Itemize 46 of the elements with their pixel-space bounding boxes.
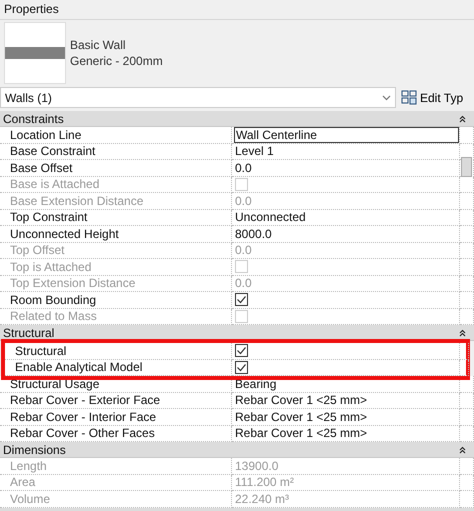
checked-checkbox[interactable] <box>235 360 248 374</box>
property-value[interactable]: Bearing <box>234 376 278 391</box>
property-row[interactable]: Rebar Cover - Other Faces Rebar Cover 1 <25 mm> <box>0 426 474 442</box>
value-field[interactable]: Wall Centerline <box>234 127 459 142</box>
checked-checkbox[interactable] <box>235 344 248 358</box>
edit-type-icon <box>401 90 418 105</box>
property-value[interactable]: Rebar Cover 1 <25 mm> <box>234 393 368 408</box>
property-value[interactable]: Unconnected <box>234 210 307 224</box>
property-value[interactable]: Level 1 <box>234 144 275 158</box>
property-value[interactable]: 8000.0 <box>234 226 273 241</box>
property-row[interactable]: Base Constraint Level 1 <box>0 144 474 160</box>
caret-icon <box>382 94 391 100</box>
family-name: Basic Wall <box>70 38 127 52</box>
collapse-chevron-icon <box>459 114 466 122</box>
type-name: Generic - 200mm <box>70 54 163 68</box>
section-title: Dimensions <box>3 442 66 456</box>
property-row[interactable]: Base Offset 0.0 <box>0 160 474 176</box>
property-row[interactable]: Rebar Cover - Exterior Face Rebar Cover 1 <25 mm> <box>0 392 474 409</box>
property-row[interactable]: Top Constraint Unconnected <box>0 210 474 226</box>
collapse-chevron-icon <box>459 328 466 336</box>
scrollbar-thumb[interactable] <box>461 157 472 177</box>
section-header[interactable]: Constraints <box>0 111 474 127</box>
property-value[interactable]: Rebar Cover 1 <25 mm> <box>234 426 368 440</box>
property-row[interactable]: Enable Analytical Model <box>5 360 466 376</box>
property-row[interactable]: Structural <box>5 343 466 360</box>
collapse-chevron-icon <box>459 446 466 454</box>
wall-thumbnail <box>4 22 66 84</box>
property-value[interactable]: Rebar Cover 1 <25 mm> <box>234 410 368 424</box>
panel-title: Properties <box>0 0 474 20</box>
property-value: 13900.0 <box>234 458 280 473</box>
property-value: 0.0 <box>234 276 253 290</box>
instance-filter-dropdown[interactable]: Walls (1) <box>0 87 396 108</box>
property-row[interactable]: Rebar Cover - Interior Face Rebar Cover 1 <25 mm> <box>0 409 474 426</box>
section-header[interactable]: Dimensions <box>0 442 474 458</box>
property-value: 22.240 m³ <box>234 492 290 506</box>
property-row[interactable]: Unconnected Height 8000.0 <box>0 226 474 242</box>
property-value: 111.200 m² <box>234 475 295 490</box>
section-title: Structural <box>3 326 54 340</box>
property-name: Enable Analytical Model <box>5 360 232 376</box>
property-row[interactable]: Location Line Wall Centerline <box>0 127 474 144</box>
property-value: 0.0 <box>234 243 253 258</box>
checked-checkbox[interactable] <box>235 293 248 306</box>
property-row[interactable]: Room Bounding <box>0 292 474 308</box>
section-title: Constraints <box>3 112 64 126</box>
property-value: 0.0 <box>234 194 253 208</box>
property-value[interactable]: 0.0 <box>234 160 253 175</box>
